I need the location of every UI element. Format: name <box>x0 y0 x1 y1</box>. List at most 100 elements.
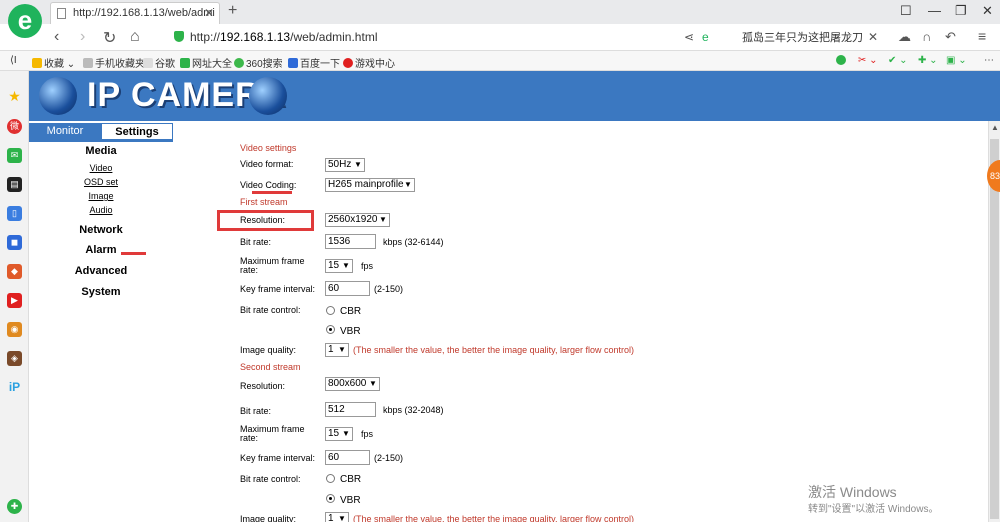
skin-icon[interactable]: ☐ <box>900 3 912 19</box>
favorites-icon[interactable]: ★ <box>7 89 22 104</box>
home-icon[interactable]: ⌂ <box>130 28 140 46</box>
url-host: 192.168.1.13 <box>220 30 291 44</box>
address-bar[interactable]: http://192.168.1.13/web/admin.html <box>168 27 668 47</box>
p-app-icon[interactable]: iP <box>7 380 22 395</box>
vbr-radio[interactable] <box>326 325 335 334</box>
close-tab-icon[interactable]: ✕ <box>204 6 214 20</box>
cbr2-radio[interactable] <box>326 474 335 483</box>
headphone-icon[interactable]: ∩ <box>922 29 931 44</box>
vbr2-radio[interactable] <box>326 494 335 503</box>
baidu-icon <box>288 58 298 68</box>
image-quality-label: Image quality: <box>240 345 297 355</box>
undo-icon[interactable]: ↶ <box>945 29 956 45</box>
gamepad-icon[interactable]: ▣ ⌄ <box>946 55 967 66</box>
image-quality2-select[interactable]: 1 ▼ <box>325 512 349 522</box>
browser-tab[interactable]: http://192.168.1.13/web/admi ✕ <box>50 2 220 24</box>
bookmark-google[interactable]: 谷歌 <box>143 55 175 70</box>
keyframe2-input[interactable]: 60 <box>325 450 370 465</box>
mail-icon[interactable]: ✉ <box>7 148 22 163</box>
menu-icon[interactable]: ≡ <box>978 28 986 44</box>
bookmark-games[interactable]: 游戏中心 <box>343 55 395 70</box>
search-box[interactable]: 孤岛三年只为这把屠龙刀 <box>742 29 882 45</box>
chevron-down-icon: ▼ <box>338 514 346 522</box>
doc-icon[interactable]: ▯ <box>7 206 22 221</box>
bookmark-baidu[interactable]: 百度一下 <box>288 55 340 70</box>
chat-icon[interactable]: ◼ <box>7 235 22 250</box>
refresh-icon[interactable]: ↻ <box>103 28 116 48</box>
resolution-value: 2560x1920 <box>328 214 378 225</box>
bitrate-hint: kbps (32-6144) <box>383 237 444 247</box>
minimize-button[interactable]: — <box>928 3 941 18</box>
resolution2-value: 800x600 <box>328 378 367 389</box>
chevron-down-icon: ▼ <box>369 379 377 388</box>
puzzle-icon[interactable]: ✚ ⌄ <box>918 55 938 66</box>
bookmarks-bar: ⟨I 收藏 ⌄ 手机收藏夹 谷歌 网址大全 360搜索 百度一下 游戏中心 ✂ … <box>0 51 1000 71</box>
bitrate-input[interactable]: 1536 <box>325 234 376 249</box>
page-icon <box>57 8 66 19</box>
bookmark-mobile[interactable]: 手机收藏夹 <box>83 55 145 70</box>
chevron-down-icon: ▼ <box>342 261 350 270</box>
tab-underline <box>29 140 173 142</box>
news-icon[interactable]: ▤ <box>7 177 22 192</box>
maximize-button[interactable]: ❐ <box>955 3 967 19</box>
resolution-select[interactable]: 2560x1920 ▼ <box>325 213 390 227</box>
video-app-icon[interactable]: ▶ <box>7 293 22 308</box>
vbr-label: VBR <box>340 326 361 337</box>
tab-title: http://192.168.1.13/web/admi <box>73 7 215 19</box>
fps2-select[interactable]: 15 ▼ <box>325 427 353 441</box>
menu-link-image[interactable]: Image <box>29 191 173 201</box>
camera-page: IP CAMERA Monitor Settings Media Video O… <box>29 71 1000 522</box>
tab-monitor[interactable]: Monitor <box>29 123 101 140</box>
share-icon[interactable]: ⋖ <box>684 30 694 44</box>
new-tab-button[interactable]: + <box>228 2 237 20</box>
bitrate-control-label: Bit rate control: <box>240 305 301 315</box>
image-quality-select[interactable]: 1 ▼ <box>325 343 349 357</box>
menu-alarm[interactable]: Alarm <box>29 244 173 256</box>
cloud-icon[interactable]: ☁ <box>898 29 911 45</box>
game-app-icon[interactable]: ◆ <box>7 264 22 279</box>
cbr2-label: CBR <box>340 474 362 485</box>
fps2-label-2: rate: <box>240 433 259 443</box>
bookmark-label: 收藏 <box>44 59 64 70</box>
weibo-icon[interactable]: 微 <box>7 119 22 134</box>
menu-link-audio[interactable]: Audio <box>29 205 173 215</box>
game3-icon[interactable]: ◈ <box>7 351 22 366</box>
scissors-icon[interactable]: ✂ ⌄ <box>858 55 878 66</box>
forward-icon[interactable]: › <box>80 28 85 46</box>
menu-link-video[interactable]: Video <box>29 163 173 173</box>
bitrate2-input[interactable]: 512 <box>325 402 376 417</box>
bitrate2-hint: kbps (32-2048) <box>383 405 444 415</box>
close-window-button[interactable]: ✕ <box>982 3 993 19</box>
bookmark-label: 谷歌 <box>155 59 175 70</box>
plugin-green-icon[interactable] <box>836 55 848 67</box>
game-icon <box>343 58 353 68</box>
browser-mode-icon[interactable]: e <box>702 30 709 44</box>
cbr-radio[interactable] <box>326 306 335 315</box>
video-format-select[interactable]: 50Hz ▼ <box>325 158 365 172</box>
check-icon[interactable]: ✔ ⌄ <box>888 55 908 66</box>
bookmark-favorites[interactable]: 收藏 ⌄ <box>32 55 75 70</box>
bookmark-360[interactable]: 360搜索 <box>234 55 283 70</box>
menu-system[interactable]: System <box>29 286 173 298</box>
resolution2-label: Resolution: <box>240 381 286 391</box>
more-icon[interactable]: ⋯ <box>984 55 994 66</box>
tab-settings[interactable]: Settings <box>101 123 173 140</box>
menu-network[interactable]: Network <box>29 224 173 236</box>
keyframe-input[interactable]: 60 <box>325 281 370 296</box>
add-app-icon[interactable]: ✚ <box>7 499 22 514</box>
bitrate2-label: Bit rate: <box>240 406 272 416</box>
scroll-up-icon[interactable]: ▲ <box>991 123 999 132</box>
keyframe-label: Key frame interval: <box>240 284 316 294</box>
scroll-thumb[interactable] <box>990 139 999 519</box>
game2-icon[interactable]: ◉ <box>7 322 22 337</box>
bookmark-hao[interactable]: 网址大全 <box>180 55 232 70</box>
collapse-sidebar-icon[interactable]: ⟨I <box>10 55 17 66</box>
menu-advanced[interactable]: Advanced <box>29 265 173 277</box>
menu-link-osd[interactable]: OSD set <box>29 177 173 187</box>
menu-media[interactable]: Media <box>29 145 173 157</box>
back-icon[interactable]: ‹ <box>54 28 59 46</box>
fps-select[interactable]: 15 ▼ <box>325 259 353 273</box>
video-coding-select[interactable]: H265 mainprofile ▼ <box>325 178 415 192</box>
resolution2-select[interactable]: 800x600 ▼ <box>325 377 380 391</box>
bookmark-label: 手机收藏夹 <box>95 59 145 70</box>
